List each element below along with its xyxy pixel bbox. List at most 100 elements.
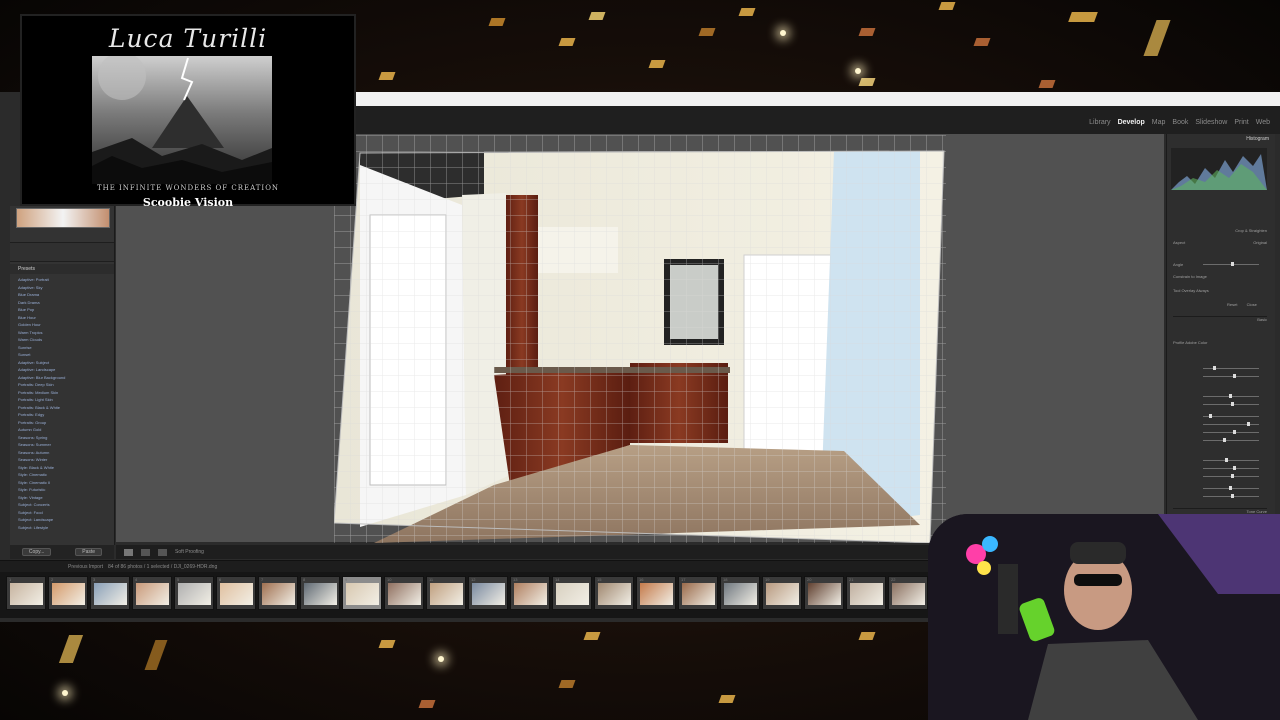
- filmstrip-source[interactable]: Previous Import: [68, 564, 103, 570]
- filmstrip-thumbnail[interactable]: 22: [888, 576, 928, 610]
- filmstrip-thumbnail[interactable]: 21: [846, 576, 886, 610]
- highlights-slider[interactable]: [1173, 414, 1267, 420]
- preset-item[interactable]: Portraits: Deep Skin: [18, 381, 112, 389]
- soft-proofing-checkbox[interactable]: Soft Proofing: [175, 549, 204, 555]
- preset-item[interactable]: Seasons: Autumn: [18, 449, 112, 457]
- preset-item[interactable]: Adaptive: Subject: [18, 359, 112, 367]
- preset-item[interactable]: Blue Pop: [18, 306, 112, 314]
- tint-slider[interactable]: [1173, 374, 1267, 380]
- aspect-row[interactable]: Aspect Original: [1173, 240, 1267, 246]
- preset-item[interactable]: Blue Drama: [18, 291, 112, 299]
- module-web[interactable]: Web: [1256, 119, 1270, 126]
- dehaze-slider[interactable]: [1173, 474, 1267, 480]
- preset-item[interactable]: Style: Cinematic II: [18, 479, 112, 487]
- preset-item[interactable]: Subject: Concerts: [18, 501, 112, 509]
- filmstrip-thumbnail[interactable]: 4: [132, 576, 172, 610]
- filmstrip-thumbnail[interactable]: 1: [6, 576, 46, 610]
- preset-item[interactable]: Style: Vintage: [18, 494, 112, 502]
- module-book[interactable]: Book: [1172, 119, 1188, 126]
- clarity-slider[interactable]: [1173, 466, 1267, 472]
- filmstrip-thumbnail[interactable]: 6: [216, 576, 256, 610]
- contrast-slider[interactable]: [1173, 402, 1267, 408]
- filmstrip-thumbnail[interactable]: 9: [342, 576, 382, 610]
- temp-slider[interactable]: [1173, 366, 1267, 372]
- filmstrip-thumbnail[interactable]: 19: [762, 576, 802, 610]
- vibrance-slider[interactable]: [1173, 486, 1267, 492]
- filmstrip-thumbnail[interactable]: 20: [804, 576, 844, 610]
- histogram-header[interactable]: Histogram: [1167, 134, 1275, 144]
- preset-item[interactable]: Portraits: Light Skin: [18, 396, 112, 404]
- preset-item[interactable]: Style: Futuristic: [18, 486, 112, 494]
- module-library[interactable]: Library: [1089, 119, 1110, 126]
- preset-item[interactable]: Adaptive: Blur Background: [18, 374, 112, 382]
- filmstrip-thumbnail[interactable]: 2: [48, 576, 88, 610]
- angle-row[interactable]: Angle: [1173, 262, 1267, 268]
- confetti-piece: [558, 38, 576, 46]
- basic-header[interactable]: Basic: [1173, 316, 1267, 323]
- module-slideshow[interactable]: Slideshow: [1195, 119, 1227, 126]
- blacks-slider[interactable]: [1173, 438, 1267, 444]
- filmstrip-thumbnail[interactable]: 7: [258, 576, 298, 610]
- crop-header[interactable]: Crop & Straighten: [1173, 228, 1267, 234]
- confetti-piece: [698, 28, 716, 36]
- preset-item[interactable]: Adaptive: Landscape: [18, 366, 112, 374]
- module-print[interactable]: Print: [1234, 119, 1248, 126]
- whites-slider[interactable]: [1173, 430, 1267, 436]
- preset-item[interactable]: Seasons: Summer: [18, 441, 112, 449]
- survey-mode-icon[interactable]: [158, 548, 167, 556]
- filmstrip-thumbnail[interactable]: 5: [174, 576, 214, 610]
- filmstrip-thumbnail[interactable]: 13: [510, 576, 550, 610]
- preset-item[interactable]: Style: Cinematic: [18, 471, 112, 479]
- profile-row[interactable]: Profile Adobe Color: [1173, 340, 1267, 346]
- saturation-slider[interactable]: [1173, 494, 1267, 500]
- presets-panel-header[interactable]: Presets: [10, 264, 114, 274]
- preset-item[interactable]: Style: Black & White: [18, 464, 112, 472]
- preset-item[interactable]: Adaptive: Sky: [18, 284, 112, 292]
- filmstrip-thumbnail[interactable]: 17: [678, 576, 718, 610]
- preset-item[interactable]: Portraits: Edgy: [18, 411, 112, 419]
- navigator-preview[interactable]: [16, 208, 110, 228]
- exposure-slider[interactable]: [1173, 394, 1267, 400]
- confetti-piece: [488, 18, 506, 26]
- preset-item[interactable]: Subject: Lifestyle: [18, 524, 112, 532]
- compare-mode-icon[interactable]: [141, 548, 150, 556]
- view-mode-icon[interactable]: [124, 548, 133, 556]
- constrain-checkbox[interactable]: Constrain to Image: [1173, 274, 1267, 280]
- filmstrip-thumbnail[interactable]: 11: [426, 576, 466, 610]
- filmstrip-thumbnail[interactable]: 18: [720, 576, 760, 610]
- copy-button[interactable]: Copy...: [21, 548, 52, 556]
- preset-item[interactable]: Adaptive: Portrait: [18, 276, 112, 284]
- preset-item[interactable]: Golden Hour: [18, 321, 112, 329]
- close-button[interactable]: Close: [1247, 302, 1257, 307]
- module-map[interactable]: Map: [1152, 119, 1166, 126]
- tool-overlay-row[interactable]: Tool Overlay Always: [1173, 288, 1267, 294]
- preset-item[interactable]: Portraits: Medium Skin: [18, 389, 112, 397]
- preset-item[interactable]: Subject: Landscape: [18, 516, 112, 524]
- preset-item[interactable]: Portraits: Group: [18, 419, 112, 427]
- crop-photo[interactable]: [333, 135, 946, 544]
- filmstrip-thumbnail[interactable]: 15: [594, 576, 634, 610]
- preset-item[interactable]: Seasons: Winter: [18, 456, 112, 464]
- filmstrip-thumbnail[interactable]: 14: [552, 576, 592, 610]
- preset-item[interactable]: Dark Drama: [18, 299, 112, 307]
- filmstrip-thumbnail[interactable]: 12: [468, 576, 508, 610]
- preset-item[interactable]: Warm Clouds: [18, 336, 112, 344]
- preset-item[interactable]: Blue Hour: [18, 314, 112, 322]
- history-panel-collapsed[interactable]: [10, 242, 114, 262]
- paste-button[interactable]: Paste: [75, 548, 103, 556]
- filmstrip-thumbnail[interactable]: 16: [636, 576, 676, 610]
- filmstrip-thumbnail[interactable]: 3: [90, 576, 130, 610]
- filmstrip-thumbnail[interactable]: 8: [300, 576, 340, 610]
- reset-button[interactable]: Reset: [1227, 302, 1237, 307]
- module-develop[interactable]: Develop: [1118, 119, 1145, 126]
- preset-item[interactable]: Sunset: [18, 351, 112, 359]
- preset-item[interactable]: Sunrise: [18, 344, 112, 352]
- preset-item[interactable]: Autumn Gold: [18, 426, 112, 434]
- filmstrip-thumbnail[interactable]: 10: [384, 576, 424, 610]
- preset-item[interactable]: Warm Tropics: [18, 329, 112, 337]
- shadows-slider[interactable]: [1173, 422, 1267, 428]
- texture-slider[interactable]: [1173, 458, 1267, 464]
- preset-item[interactable]: Subject: Food: [18, 509, 112, 517]
- preset-item[interactable]: Portraits: Black & White: [18, 404, 112, 412]
- preset-item[interactable]: Seasons: Spring: [18, 434, 112, 442]
